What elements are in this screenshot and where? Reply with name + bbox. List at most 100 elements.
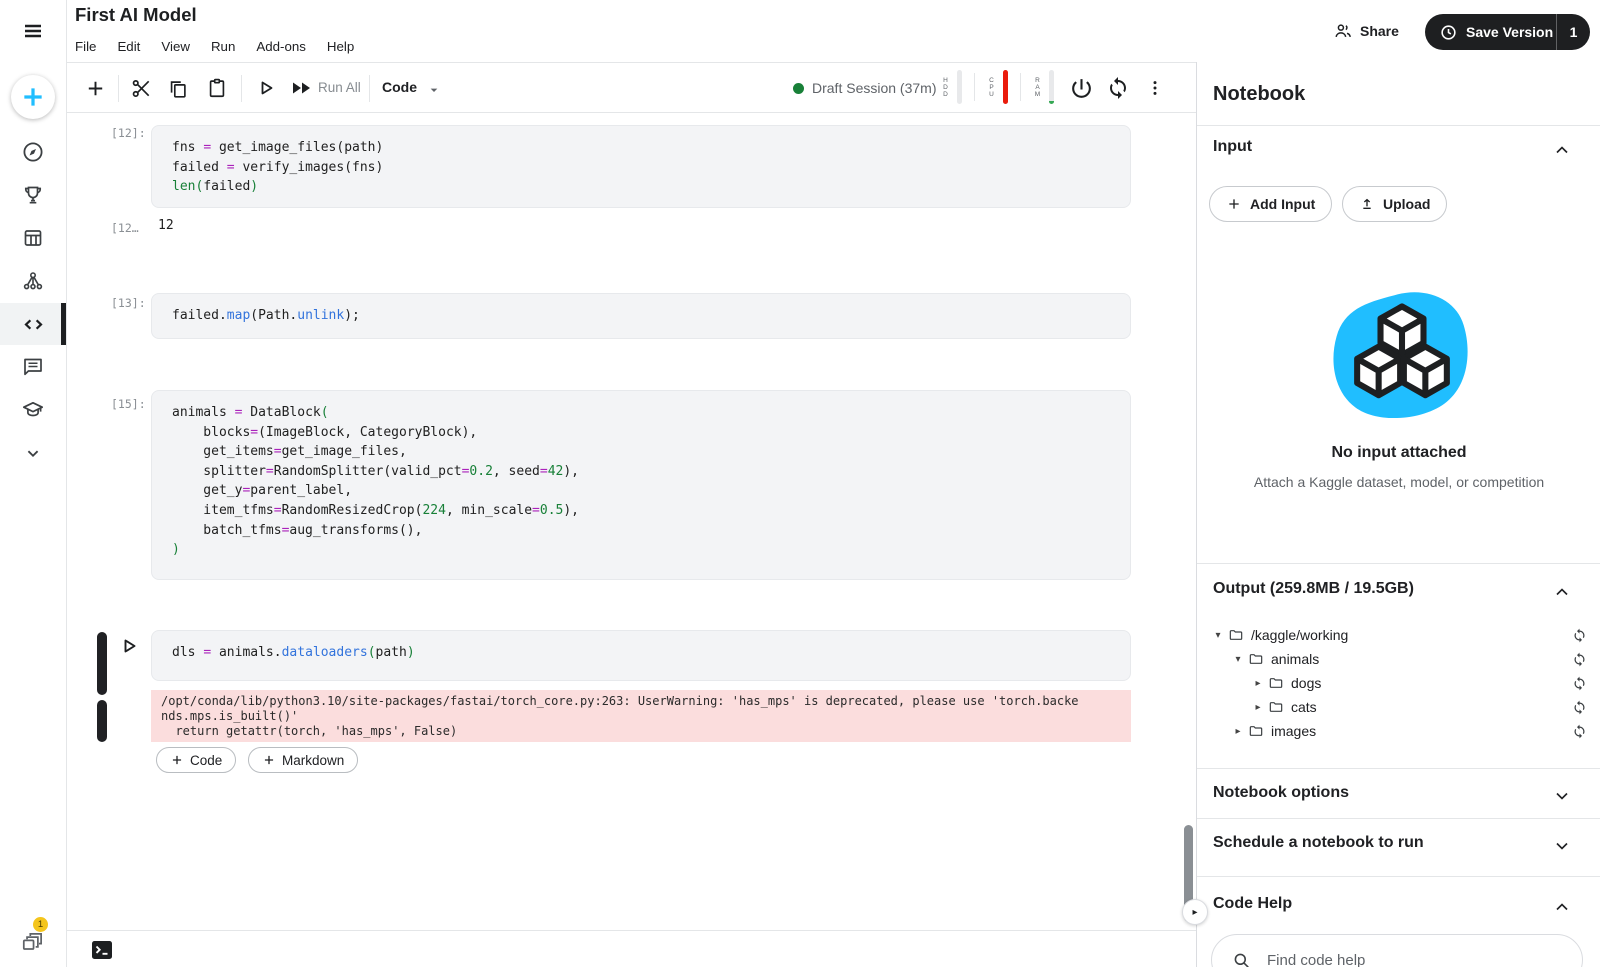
code-help-collapse-button[interactable] bbox=[1552, 897, 1572, 922]
resource-meter-cpu: CPU bbox=[987, 70, 1008, 104]
add-markdown-cell-button[interactable]: Markdown bbox=[248, 747, 359, 773]
panel-collapse-button[interactable]: ▸ bbox=[1182, 899, 1208, 925]
output-tree-item[interactable]: ▸ dogs bbox=[1197, 671, 1600, 695]
power-session-button[interactable] bbox=[1068, 75, 1094, 101]
upload-button[interactable]: Upload bbox=[1342, 186, 1448, 222]
output-section-header[interactable]: Output (259.8MB / 19.5GB) bbox=[1213, 580, 1414, 598]
notebook-options-expand-button[interactable] bbox=[1552, 786, 1572, 811]
schedule-notebook-header[interactable]: Schedule a notebook to run bbox=[1213, 834, 1424, 852]
version-count-badge[interactable]: 1 bbox=[1556, 14, 1590, 50]
plus-icon bbox=[1229, 199, 1239, 209]
output-tree-item[interactable]: ▾ /kaggle/working bbox=[1197, 623, 1600, 647]
sidebar-item-competitions[interactable] bbox=[0, 174, 66, 216]
save-version-button[interactable]: Save Version 1 bbox=[1425, 14, 1590, 50]
graduation-cap-icon bbox=[22, 401, 44, 417]
active-events-badge: 1 bbox=[33, 917, 48, 932]
caret-down-icon[interactable]: ▾ bbox=[1211, 630, 1225, 641]
toolbar-overflow-button[interactable] bbox=[1145, 76, 1165, 100]
refresh-icon[interactable] bbox=[1572, 628, 1587, 643]
share-label: Share bbox=[1360, 23, 1399, 39]
menu-run[interactable]: Run bbox=[211, 39, 235, 54]
empty-state-subtitle: Attach a Kaggle dataset, model, or compe… bbox=[1253, 474, 1545, 490]
chevron-up-icon bbox=[1556, 588, 1568, 596]
resource-meters: HDD CPU RAM bbox=[941, 70, 1054, 104]
notebook-title[interactable]: First AI Model bbox=[75, 4, 197, 26]
compass-icon bbox=[23, 142, 43, 162]
run-all-label[interactable]: Run All bbox=[318, 80, 361, 95]
add-cell-button[interactable] bbox=[83, 76, 107, 100]
sidebar-item-datasets[interactable] bbox=[0, 217, 66, 259]
output-collapse-button[interactable] bbox=[1552, 582, 1572, 607]
menu-view[interactable]: View bbox=[161, 39, 190, 54]
history-clock-icon bbox=[1441, 24, 1456, 40]
paste-cell-button[interactable] bbox=[205, 76, 229, 100]
chevron-up-icon bbox=[1556, 146, 1568, 154]
caret-right-icon[interactable]: ▸ bbox=[1251, 678, 1265, 689]
console-button[interactable] bbox=[91, 940, 113, 960]
menu-help[interactable]: Help bbox=[327, 39, 354, 54]
sidebar-item-learn[interactable] bbox=[0, 389, 66, 431]
menu-edit[interactable]: Edit bbox=[117, 39, 140, 54]
notebook-side-panel: Notebook Input Add Input Upload No input… bbox=[1196, 62, 1600, 967]
code-cell-15[interactable]: animals = DataBlock( blocks=(ImageBlock,… bbox=[151, 390, 1131, 580]
input-collapse-button[interactable] bbox=[1552, 140, 1572, 165]
refresh-icon[interactable] bbox=[1572, 700, 1587, 715]
input-section-header[interactable]: Input bbox=[1213, 138, 1252, 156]
code-help-search[interactable] bbox=[1211, 934, 1583, 967]
hamburger-menu-button[interactable] bbox=[21, 19, 45, 43]
run-this-cell-button[interactable] bbox=[116, 633, 142, 659]
sidebar-item-explore[interactable] bbox=[0, 131, 66, 173]
code-cell-12[interactable]: fns = get_image_files(path) failed = veri… bbox=[151, 125, 1131, 208]
play-icon bbox=[261, 81, 273, 95]
code-cell-13[interactable]: failed.map(Path.unlink); bbox=[151, 293, 1131, 339]
output-file-tree: ▾ /kaggle/working ▾ animals ▸ dogs ▸ cats ▸ image… bbox=[1197, 623, 1600, 743]
sidebar-item-discussions[interactable] bbox=[0, 346, 66, 388]
sidebar-item-code[interactable] bbox=[0, 303, 66, 345]
schedule-expand-button[interactable] bbox=[1552, 836, 1572, 861]
caret-right-icon[interactable]: ▸ bbox=[1251, 702, 1265, 713]
caret-right-icon[interactable]: ▸ bbox=[1231, 726, 1245, 737]
caret-down-icon[interactable]: ▾ bbox=[1231, 654, 1245, 665]
menu-file[interactable]: File bbox=[75, 39, 96, 54]
refresh-icon[interactable] bbox=[1572, 652, 1587, 667]
toolbar-separator bbox=[241, 75, 242, 102]
add-input-button[interactable]: Add Input bbox=[1209, 186, 1333, 222]
add-code-cell-button[interactable]: Code bbox=[156, 747, 237, 773]
refresh-icon[interactable] bbox=[1572, 676, 1587, 691]
cell-output-value: 12 bbox=[158, 218, 174, 233]
run-all-button[interactable] bbox=[288, 78, 314, 98]
code-help-input[interactable] bbox=[1265, 950, 1549, 967]
restart-session-button[interactable] bbox=[1105, 75, 1131, 101]
output-tree-item[interactable]: ▸ cats bbox=[1197, 695, 1600, 719]
menu-addons[interactable]: Add-ons bbox=[256, 39, 306, 54]
cell-type-caret[interactable] bbox=[426, 82, 442, 98]
cut-cell-button[interactable] bbox=[129, 76, 153, 100]
plus-icon bbox=[264, 755, 274, 765]
share-button[interactable]: Share bbox=[1333, 21, 1399, 41]
scissors-icon bbox=[132, 79, 149, 97]
active-code-cell[interactable]: dls = animals.dataloaders(path) bbox=[151, 630, 1131, 681]
save-version-label: Save Version bbox=[1466, 24, 1554, 40]
folder-name: images bbox=[1271, 723, 1317, 739]
folder-name: /kaggle/working bbox=[1251, 627, 1349, 643]
run-cell-button[interactable] bbox=[254, 76, 278, 100]
cell-type-dropdown[interactable]: Code bbox=[382, 79, 417, 95]
toolbar-separator bbox=[369, 75, 370, 102]
hamburger-icon bbox=[25, 24, 41, 38]
copy-cell-button[interactable] bbox=[166, 77, 190, 101]
cell-exec-label: [15]: bbox=[111, 397, 146, 411]
output-tree-item[interactable]: ▾ animals bbox=[1197, 647, 1600, 671]
code-help-header[interactable]: Code Help bbox=[1213, 895, 1292, 913]
chevron-down-icon bbox=[27, 450, 39, 458]
folder-icon bbox=[1269, 678, 1283, 688]
notebook-options-header[interactable]: Notebook options bbox=[1213, 784, 1349, 802]
output-tree-item[interactable]: ▸ images bbox=[1197, 719, 1600, 743]
refresh-icon[interactable] bbox=[1572, 724, 1587, 739]
console-divider bbox=[66, 930, 1196, 931]
session-status-dot bbox=[793, 83, 804, 94]
sidebar-more-button[interactable] bbox=[0, 432, 66, 474]
session-status-label[interactable]: Draft Session (37m) bbox=[812, 80, 936, 96]
create-button[interactable] bbox=[11, 75, 55, 119]
sidebar-item-models[interactable] bbox=[0, 260, 66, 302]
kaggle-notebook-app: 1 First AI Model File Edit View Run Add-… bbox=[0, 0, 1600, 967]
